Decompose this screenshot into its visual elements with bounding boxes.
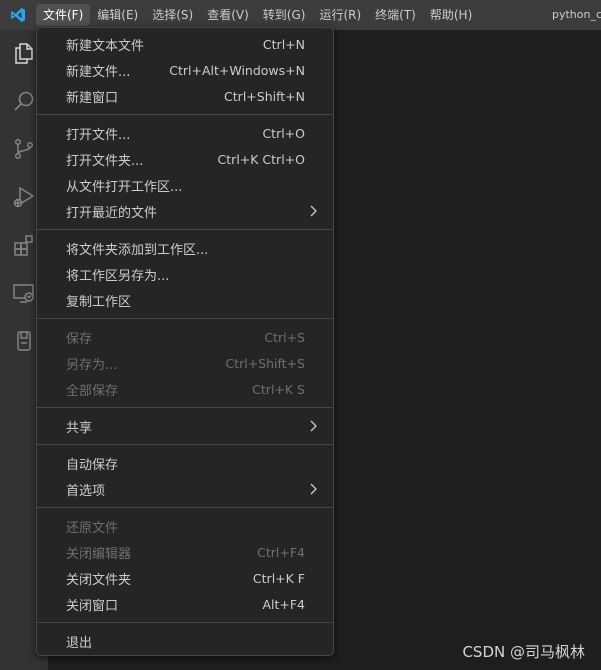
menu-item-label: 将文件夹添加到工作区... [66,242,209,258]
menu-item-label: 自动保存 [66,457,119,473]
remote-explorer-icon[interactable] [10,279,38,307]
menu-item-shortcut: Ctrl+F4 [257,544,305,560]
menu-item-open-recent[interactable]: 打开最近的文件 [37,198,333,224]
menu-item-duplicate-workspace[interactable]: 复制工作区 [37,287,333,313]
menu-selection[interactable]: 选择(S) [145,4,200,26]
menu-item-new-window[interactable]: 新建窗口 Ctrl+Shift+N [37,83,333,109]
menu-item-label: 全部保存 [66,383,119,399]
menu-item-shortcut: Ctrl+K Ctrl+O [217,151,305,167]
vscode-window: 文件(F) 编辑(E) 选择(S) 查看(V) 转到(G) 运行(R) 终端(T… [0,0,601,670]
menu-item-shortcut: Ctrl+K F [252,570,305,586]
chevron-right-icon [307,204,319,222]
extensions-icon[interactable] [10,231,38,259]
chevron-right-icon [307,419,319,437]
menu-item-shortcut: Ctrl+O [262,125,305,141]
chevron-right-icon [307,482,319,500]
menu-item-preferences[interactable]: 首选项 [37,476,333,502]
title-bar: 文件(F) 编辑(E) 选择(S) 查看(V) 转到(G) 运行(R) 终端(T… [0,0,601,30]
menu-item-auto-save[interactable]: 自动保存 [37,450,333,476]
menu-item-shortcut: Ctrl+Alt+Windows+N [169,62,305,78]
menu-run[interactable]: 运行(R) [312,4,368,26]
explorer-icon[interactable] [10,39,38,67]
menu-item-new-file[interactable]: 新建文件... Ctrl+Alt+Windows+N [37,57,333,83]
vscode-logo-icon [0,0,36,30]
menu-item-save: 保存 Ctrl+S [37,324,333,350]
menu-view[interactable]: 查看(V) [200,4,256,26]
menu-edit[interactable]: 编辑(E) [90,4,145,26]
menu-separator [37,229,333,230]
menu-item-label: 共享 [66,420,93,436]
menu-item-label: 复制工作区 [66,294,132,310]
menu-item-revert-file: 还原文件 [37,513,333,539]
menu-item-label: 新建文件... [66,64,131,80]
menu-help[interactable]: 帮助(H) [423,4,479,26]
menu-item-shortcut: Ctrl+Shift+S [225,355,305,371]
menu-item-save-all: 全部保存 Ctrl+K S [37,376,333,402]
menu-item-label: 从文件打开工作区... [66,179,183,195]
menu-item-new-text-file[interactable]: 新建文本文件 Ctrl+N [37,31,333,57]
testing-icon[interactable] [10,327,38,355]
menu-item-shortcut: Ctrl+Shift+N [224,88,305,104]
menu-separator [37,318,333,319]
menu-item-open-workspace[interactable]: 从文件打开工作区... [37,172,333,198]
menu-item-label: 退出 [66,635,93,651]
menu-item-label: 保存 [66,331,93,347]
watermark: CSDN @司马枫林 [462,643,585,661]
menu-separator [37,444,333,445]
source-control-icon[interactable] [10,135,38,163]
menu-bar: 文件(F) 编辑(E) 选择(S) 查看(V) 转到(G) 运行(R) 终端(T… [36,0,479,30]
menu-file[interactable]: 文件(F) [36,4,91,26]
menu-item-share[interactable]: 共享 [37,413,333,439]
menu-item-label: 打开文件夹... [66,153,144,169]
menu-item-label: 将工作区另存为... [66,268,170,284]
menu-item-label: 新建文本文件 [66,38,145,54]
menu-item-shortcut: Ctrl+S [264,329,305,345]
menu-item-label: 首选项 [66,483,106,499]
menu-go[interactable]: 转到(G) [256,4,313,26]
menu-item-exit[interactable]: 退出 [37,628,333,654]
menu-item-close-window[interactable]: 关闭窗口 Alt+F4 [37,591,333,617]
menu-item-label: 关闭文件夹 [66,572,132,588]
menu-item-save-as: 另存为... Ctrl+Shift+S [37,350,333,376]
menu-item-label: 打开文件... [66,127,131,143]
menu-item-close-folder[interactable]: 关闭文件夹 Ctrl+K F [37,565,333,591]
menu-item-add-folder-to-workspace[interactable]: 将文件夹添加到工作区... [37,235,333,261]
menu-item-label: 打开最近的文件 [66,205,158,221]
menu-item-open-file[interactable]: 打开文件... Ctrl+O [37,120,333,146]
menu-item-shortcut: Ctrl+N [262,36,305,52]
menu-separator [37,507,333,508]
search-icon[interactable] [10,87,38,115]
menu-item-open-folder[interactable]: 打开文件夹... Ctrl+K Ctrl+O [37,146,333,172]
menu-separator [37,407,333,408]
menu-item-shortcut: Alt+F4 [262,596,305,612]
menu-item-label: 另存为... [66,357,118,373]
window-title: python_c [552,8,601,21]
menu-item-label: 新建窗口 [66,90,119,106]
menu-item-label: 关闭编辑器 [66,546,132,562]
file-menu: 新建文本文件 Ctrl+N 新建文件... Ctrl+Alt+Windows+N… [36,27,334,656]
menu-item-label: 关闭窗口 [66,598,119,614]
run-debug-icon[interactable] [10,183,38,211]
menu-item-shortcut: Ctrl+K S [252,381,305,397]
menu-separator [37,622,333,623]
menu-separator [37,114,333,115]
menu-item-close-editor: 关闭编辑器 Ctrl+F4 [37,539,333,565]
menu-terminal[interactable]: 终端(T) [368,4,423,26]
menu-item-save-workspace-as[interactable]: 将工作区另存为... [37,261,333,287]
menu-item-label: 还原文件 [66,520,119,536]
